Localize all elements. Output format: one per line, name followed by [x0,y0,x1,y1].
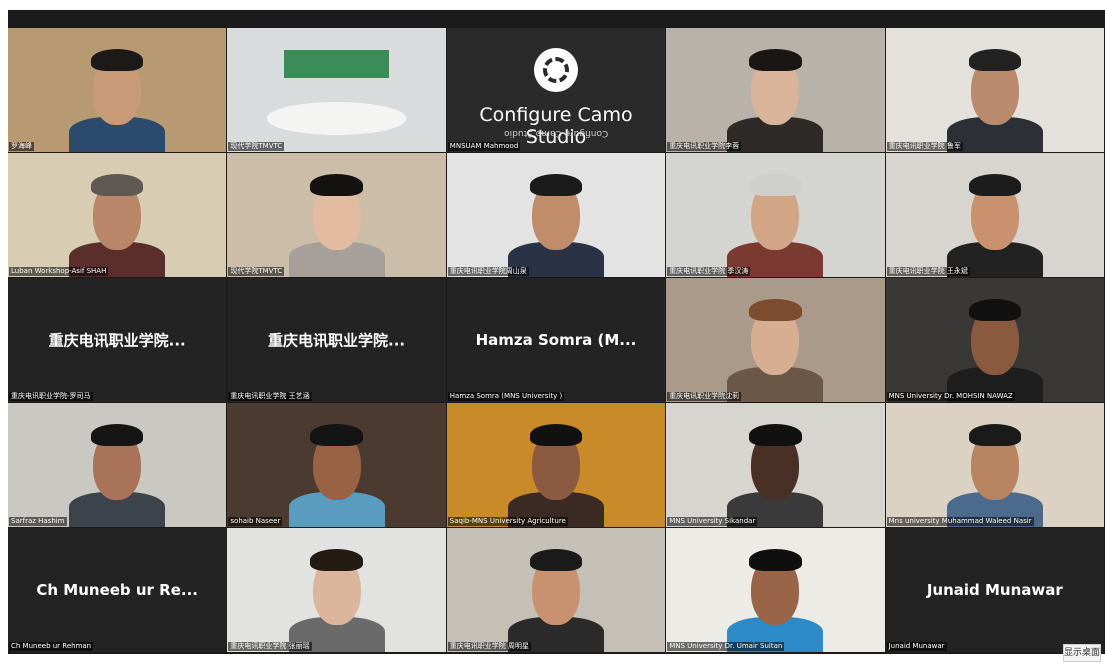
participant-name-label: 重庆电讯职业学院 季汉涛 [667,267,751,276]
participant-tile[interactable]: 重庆电讯职业学院 张丽瑶 [227,528,446,652]
participant-name-label: 重庆电讯职业学院沈莉 [667,392,742,401]
participant-figure [227,153,445,277]
participant-name-label: Junaid Munawar [886,642,947,651]
participant-tile[interactable]: Configure Camo Studio Configure Camo Stud… [446,28,666,152]
participant-tile[interactable]: 重庆电讯职业学院周山泉 [446,153,666,277]
participant-name-label: Saqib-MNS University Agriculture [447,517,568,526]
participant-figure [447,528,665,652]
participant-name-label: MNS University Sikandar [667,517,758,526]
participant-display-name: Ch Muneeb ur Re... [36,581,198,599]
participant-tile[interactable]: 现代学院TMVTC [227,28,446,152]
participant-figure [227,403,445,527]
participant-tile[interactable]: 重庆电讯职业学院 王永斌 [885,153,1104,277]
participant-figure [886,278,1104,402]
participant-figure [666,278,884,402]
participant-tile[interactable]: MNS University Dr. MOHSIN NAWAZ [885,278,1104,402]
participant-tile[interactable]: 重庆电讯职业学院沈莉 [666,278,885,402]
camo-gear-icon [533,48,578,92]
participant-figure [886,403,1104,527]
participant-tile[interactable]: MNS University Sikandar [666,403,885,527]
participant-name-label: 重庆电讯职业学院李蓉 [667,142,742,151]
participant-tile[interactable]: 重庆电讯职业学院 季汉涛 [666,153,885,277]
participant-figure [227,528,445,652]
participant-figure [8,403,226,527]
participant-name-label: MNS University Dr. Umair Sultan [667,642,785,651]
participant-name-label: 现代学院TMVTC [228,142,285,151]
video-gallery: 罗海峰 现代学院TMVTC Configure Camo Studio Configu… [8,10,1105,654]
participant-tile[interactable]: 罗海峰 [8,28,227,152]
participant-name-label: MNS University Dr. MOHSIN NAWAZ [886,392,1015,401]
participant-display-name: Hamza Somra (M... [475,331,637,349]
participant-tile[interactable]: Luban Workshop-Asif SHAH [8,153,227,277]
participant-name-label: 重庆电讯职业学院 鲁军 [886,142,963,151]
participant-name-label: Mns university Muhammad Waleed Nasir [886,517,1034,526]
participant-name-label: 重庆电讯职业学院周山泉 [447,267,529,276]
participant-tile[interactable]: 重庆电讯职业学院... 重庆电讯职业学院-罗司马 [8,278,227,402]
participant-display-name: Junaid Munawar [926,581,1063,599]
participant-display-name: 重庆电讯职业学院... [268,331,406,350]
participant-name-label: 现代学院TMVTC [228,267,285,276]
show-desktop-button[interactable]: 显示桌面 [1063,644,1101,662]
participant-tile[interactable]: 重庆电讯职业学院... 重庆电讯职业学院 王艺涵 [227,278,446,402]
participant-tile[interactable]: sohaib Naseer [227,403,446,527]
participant-name-label: sohaib Naseer [228,517,283,526]
participant-name-label: MNSUAM Mahmood [447,142,521,151]
participant-name-label: 罗海峰 [9,142,34,151]
participant-tile[interactable]: Junaid Munawar Junaid Munawar [885,528,1104,652]
participant-figure [447,153,665,277]
participant-tile[interactable]: Hamza Somra (M... Hamza Somra (MNS Univer… [446,278,666,402]
participant-name-label: Hamza Somra (MNS University ) [447,392,565,401]
participant-figure [447,403,665,527]
participant-display-name: 重庆电讯职业学院... [48,331,186,350]
participant-name-label: Luban Workshop-Asif SHAH [9,267,109,276]
participant-name-label: 重庆电讯职业学院 王艺涵 [228,392,312,401]
participant-figure [666,28,884,152]
participant-figure [666,528,884,652]
participant-tile[interactable]: Saqib-MNS University Agriculture [446,403,666,527]
participant-tile[interactable]: 现代学院TMVTC [227,153,446,277]
participant-name-label: 重庆电讯职业学院 王永斌 [886,267,970,276]
participant-name-label: Sarfraz Hashim [9,517,67,526]
participant-tile[interactable]: Mns university Muhammad Waleed Nasir [885,403,1104,527]
participant-tile[interactable]: MNS University Dr. Umair Sultan [666,528,885,652]
room-table [266,102,407,135]
participant-tile[interactable]: Sarfraz Hashim [8,403,227,527]
participant-figure [666,403,884,527]
participant-name-label: 重庆电讯职业学院-罗司马 [9,392,93,401]
participant-tile[interactable]: Ch Muneeb ur Re... Ch Muneeb ur Rehman [8,528,227,652]
participant-tile[interactable]: 重庆电讯职业学院李蓉 [666,28,885,152]
participant-name-label: 重庆电讯职业学院 张丽瑶 [228,642,312,651]
participant-figure [666,153,884,277]
participant-figure [8,153,226,277]
participant-figure [886,28,1104,152]
camo-mirror-text: Configure Camo Studio [503,128,609,138]
participant-tile[interactable]: 重庆电讯职业学院 周明星 [446,528,666,652]
participant-figure [886,153,1104,277]
room-screen [284,50,389,78]
participant-figure [8,28,226,152]
participant-tile[interactable]: 重庆电讯职业学院 鲁军 [885,28,1104,152]
participant-name-label: Ch Muneeb ur Rehman [9,642,94,651]
participant-name-label: 重庆电讯职业学院 周明星 [447,642,532,651]
